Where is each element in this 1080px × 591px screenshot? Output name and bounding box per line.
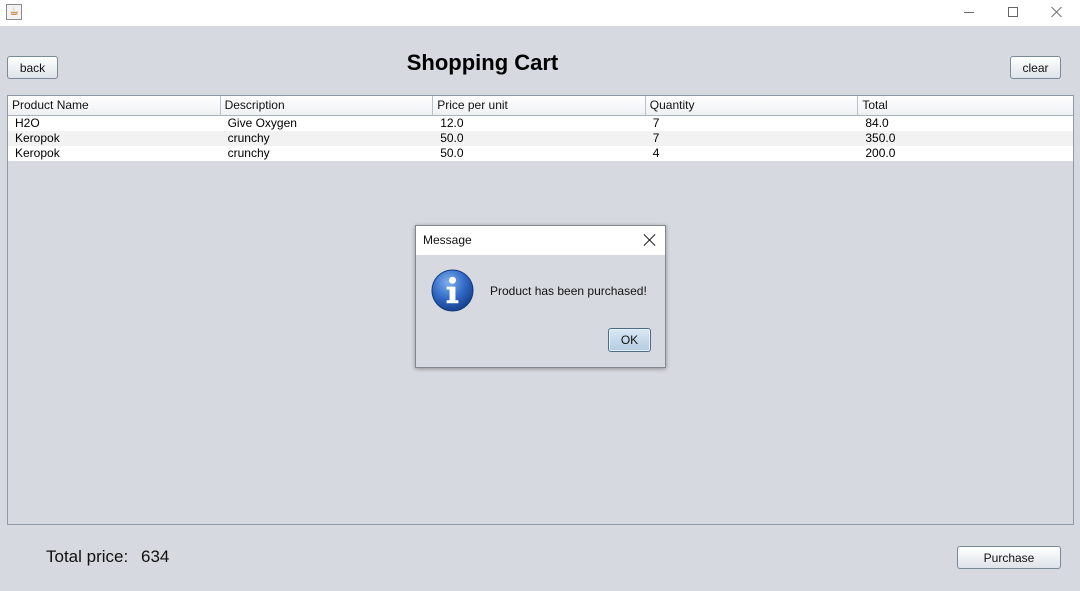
cell-quantity: 7 xyxy=(652,116,660,130)
close-icon xyxy=(1051,6,1063,18)
close-window-button[interactable] xyxy=(1034,0,1080,26)
cell-quantity: 4 xyxy=(652,146,660,160)
java-cup-icon[interactable]: ☕ xyxy=(6,4,22,20)
table-header: Product Name Description Price per unit … xyxy=(8,96,1073,116)
cell-quantity: 7 xyxy=(652,131,660,145)
cell-description: crunchy xyxy=(227,131,270,145)
dialog-title: Message xyxy=(423,233,472,247)
total-price-value: 634 xyxy=(141,547,170,566)
back-button[interactable]: back xyxy=(7,56,58,79)
dialog-close-icon[interactable] xyxy=(643,233,657,247)
page-title: Shopping Cart xyxy=(406,50,559,75)
table-row[interactable]: Keropok crunchy 50.0 7 350.0 xyxy=(8,131,1073,146)
cell-description: Give Oxygen xyxy=(227,116,297,130)
clear-button[interactable]: clear xyxy=(1010,56,1061,79)
column-header-price-per-unit[interactable]: Price per unit xyxy=(433,96,646,115)
cell-product-name: Keropok xyxy=(15,146,60,160)
cell-total: 350.0 xyxy=(865,131,896,145)
column-header-description[interactable]: Description xyxy=(221,96,434,115)
cell-price: 50.0 xyxy=(440,146,464,160)
message-dialog: Message Product has been purchased! OK xyxy=(415,225,666,368)
maximize-icon xyxy=(1008,7,1018,17)
purchase-button[interactable]: Purchase xyxy=(957,546,1061,569)
cell-product-name: Keropok xyxy=(15,131,60,145)
table-row[interactable]: Keropok crunchy 50.0 4 200.0 xyxy=(8,146,1073,161)
minimize-button[interactable] xyxy=(946,0,992,26)
column-header-product-name[interactable]: Product Name xyxy=(8,96,221,115)
cell-product-name: H2O xyxy=(15,116,40,130)
cell-total: 84.0 xyxy=(865,116,889,130)
total-price-label: Total price: xyxy=(46,547,129,566)
minimize-icon xyxy=(964,12,974,13)
window-titlebar: ☕ xyxy=(0,0,1080,26)
info-icon xyxy=(431,269,474,312)
column-header-quantity[interactable]: Quantity xyxy=(646,96,859,115)
column-header-total[interactable]: Total xyxy=(858,96,1073,115)
dialog-titlebar: Message xyxy=(416,226,665,255)
cell-price: 12.0 xyxy=(440,116,464,130)
dialog-message: Product has been purchased! xyxy=(490,284,647,298)
cell-price: 50.0 xyxy=(440,131,464,145)
maximize-button[interactable] xyxy=(990,0,1036,26)
table-row[interactable]: H2O Give Oxygen 12.0 7 84.0 xyxy=(8,116,1073,131)
ok-button[interactable]: OK xyxy=(608,328,651,352)
cell-total: 200.0 xyxy=(865,146,896,160)
cell-description: crunchy xyxy=(227,146,270,160)
